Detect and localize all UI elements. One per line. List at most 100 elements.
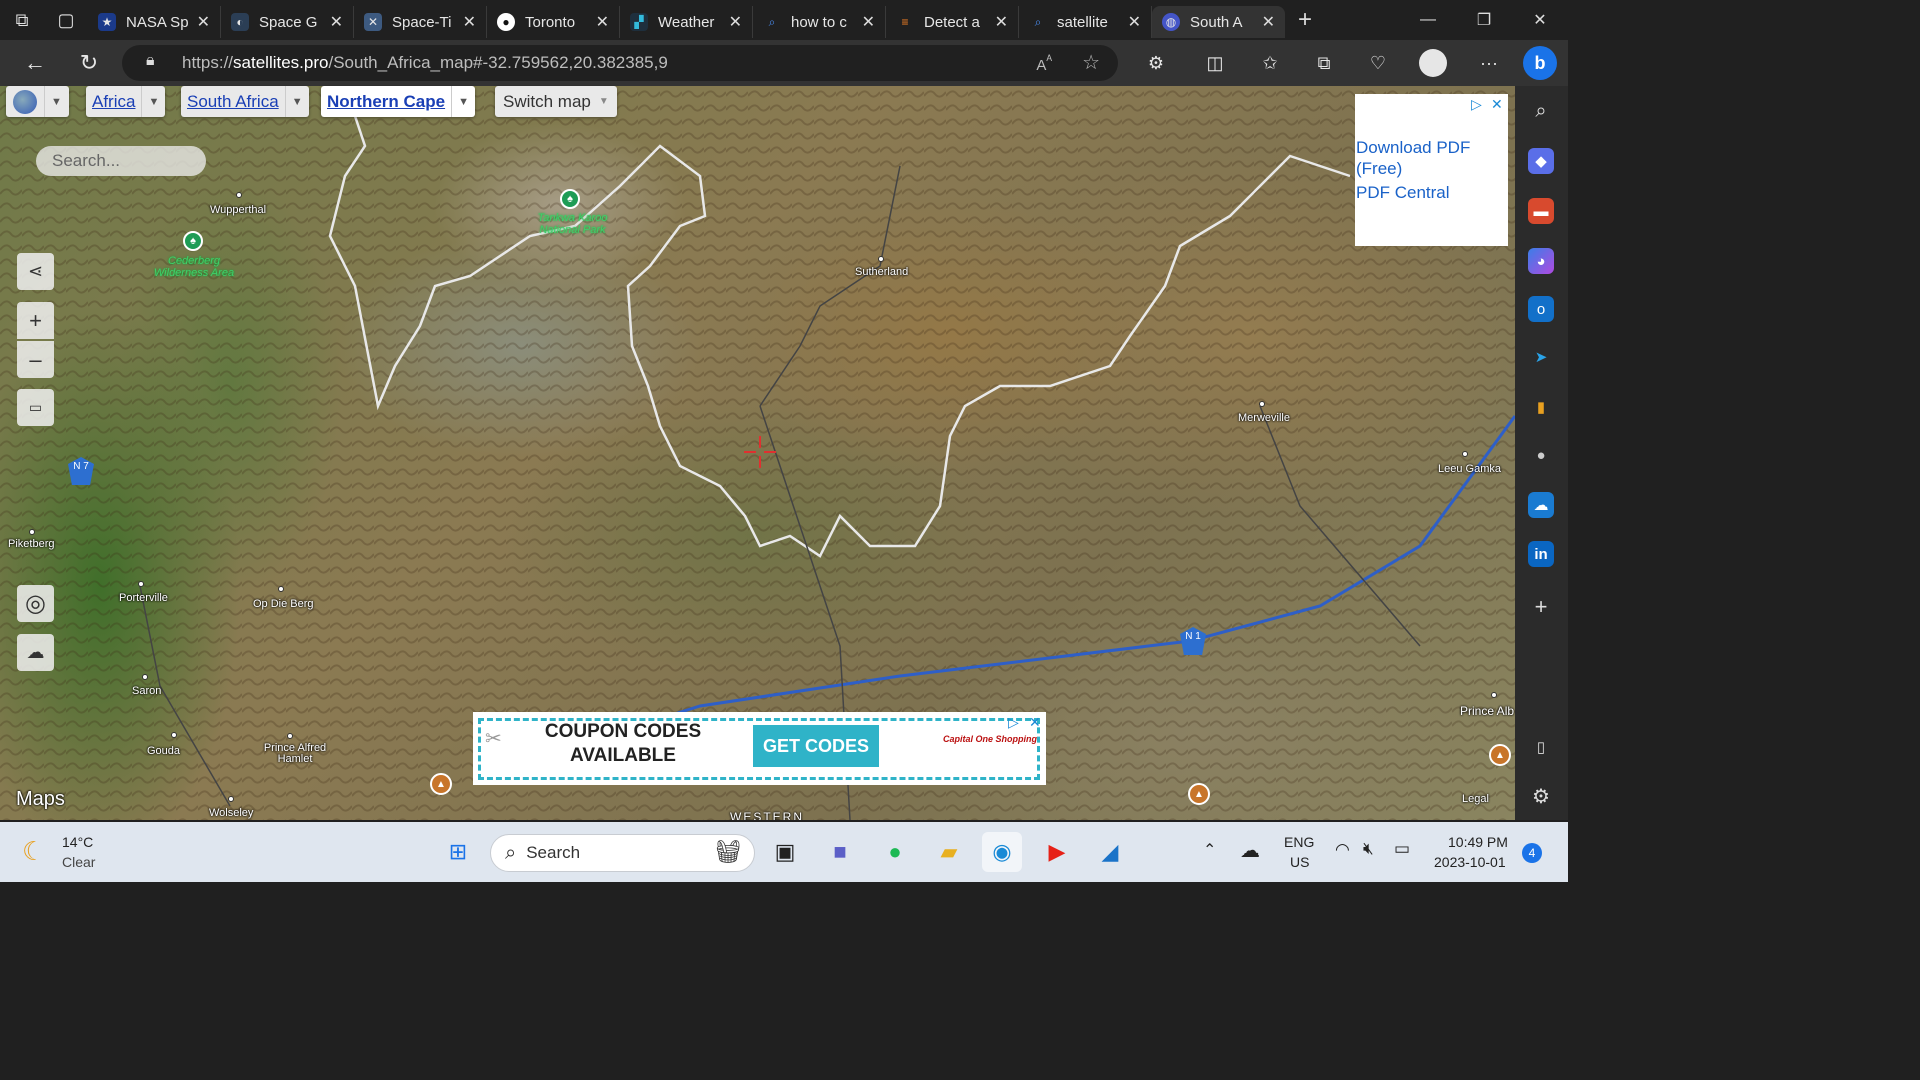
switch-map-button[interactable]: Switch map ▼ <box>495 86 617 117</box>
close-icon[interactable]: ✕ <box>596 12 609 32</box>
weather-description[interactable]: Clear <box>62 854 95 870</box>
extensions-icon[interactable]: ⚙︎ <box>1136 40 1176 86</box>
taskbar-search[interactable]: ⌕ Search 🧺︎ <box>490 834 755 872</box>
breadcrumb-link[interactable]: Northern Cape <box>321 92 451 112</box>
zoom-out-button[interactable]: – <box>17 341 54 378</box>
minimize-icon[interactable]: — <box>1400 0 1456 40</box>
weather-temperature[interactable]: 14°C <box>62 834 93 850</box>
zoom-in-button[interactable]: + <box>17 302 54 339</box>
bing-copilot-icon[interactable]: b <box>1520 40 1560 86</box>
close-icon[interactable]: ✕ <box>729 12 742 32</box>
file-explorer-icon[interactable]: ▰ <box>929 832 969 872</box>
place-label-prince-alfred-hamlet[interactable]: Prince Alfred Hamlet <box>260 743 330 765</box>
place-label-leeu-gamka[interactable]: Leeu Gamka <box>1438 463 1501 475</box>
poi-pin-icon[interactable]: ▲ <box>1489 744 1511 766</box>
get-codes-button[interactable]: GET CODES <box>753 725 879 767</box>
tab-actions-icon[interactable]: ▢ <box>44 0 88 40</box>
close-icon[interactable]: ✕ <box>1262 12 1275 32</box>
split-screen-icon[interactable]: ◫ <box>1195 40 1235 86</box>
vscode-icon[interactable]: ◢ <box>1090 832 1130 872</box>
coupon-advertisement[interactable]: ✂ COUPON CODES AVAILABLE GET CODES Capit… <box>473 712 1046 785</box>
tab-detect[interactable]: ≡ Detect a ✕ <box>886 6 1019 38</box>
tab-space-ti[interactable]: ✕ Space-Ti ✕ <box>354 6 487 38</box>
chevron-down-icon[interactable]: ▼ <box>141 86 165 117</box>
favorite-star-icon[interactable]: ☆ <box>1082 50 1100 75</box>
place-label-merweville[interactable]: Merweville <box>1238 412 1290 424</box>
ad-close-icon[interactable]: ✕ <box>1029 714 1041 731</box>
breadcrumb-link[interactable]: Africa <box>86 92 141 112</box>
refresh-icon[interactable]: ↻ <box>62 40 116 86</box>
favorites-icon[interactable]: ✩ <box>1250 40 1290 86</box>
tab-how-to[interactable]: ⌕ how to c ✕ <box>753 6 886 38</box>
onedrive-cloud-icon[interactable]: ☁ <box>1240 838 1260 863</box>
park-label-cederberg[interactable]: Cederberg Wilderness Area <box>144 255 244 279</box>
performance-icon[interactable]: ♡ <box>1358 40 1398 86</box>
tab-satellite[interactable]: ⌕ satellite ✕ <box>1019 6 1152 38</box>
windows-start-icon[interactable]: ⊞ <box>438 832 478 872</box>
tab-toronto[interactable]: ● Toronto ✕ <box>487 6 620 38</box>
poi-pin-icon[interactable]: ▲ <box>430 773 452 795</box>
place-label-wolseley[interactable]: Wolseley <box>209 807 253 819</box>
park-pin-icon[interactable]: ♠ <box>560 189 580 209</box>
clock-date[interactable]: 2023-10-01 <box>1434 854 1506 870</box>
place-label-saron[interactable]: Saron <box>132 685 161 697</box>
ad-close-icon[interactable]: ✕ <box>1491 96 1503 113</box>
new-tab-button[interactable]: + <box>1285 6 1325 34</box>
map-search-input[interactable]: Search... <box>36 146 206 176</box>
sidebar-toggle-icon[interactable]: ▯ <box>1528 734 1554 760</box>
profile-avatar[interactable] <box>1413 40 1453 86</box>
place-label-gouda[interactable]: Gouda <box>147 745 180 757</box>
place-label-wupperthal[interactable]: Wupperthal <box>210 204 266 216</box>
back-icon[interactable]: ← <box>8 40 62 86</box>
spotify-icon[interactable]: ● <box>875 832 915 872</box>
globe-selector[interactable]: ▼ <box>6 86 69 117</box>
battery-icon[interactable]: ▭ <box>1394 839 1410 859</box>
chart-app-icon[interactable]: ▮ <box>1528 394 1554 420</box>
collections-icon[interactable]: ⧉ <box>1304 40 1344 86</box>
clock-time[interactable]: 10:49 PM <box>1448 834 1508 850</box>
ad-link-download[interactable]: Download PDF (Free) <box>1356 137 1508 179</box>
shopping-tag-icon[interactable]: ◆ <box>1528 148 1554 174</box>
task-view-icon[interactable]: ▣ <box>765 832 805 872</box>
close-icon[interactable]: ✕ <box>197 12 210 32</box>
close-icon[interactable]: ✕ <box>862 12 875 32</box>
place-label-porterville[interactable]: Porterville <box>119 592 168 604</box>
linkedin-icon[interactable]: in <box>1528 541 1554 567</box>
park-label-tankwa[interactable]: Tankwa Karoo National Park <box>525 212 620 236</box>
notification-badge[interactable]: 4 <box>1522 843 1542 863</box>
onedrive-icon[interactable]: ☁ <box>1528 492 1554 518</box>
breadcrumb-northern-cape[interactable]: Northern Cape ▼ <box>321 86 476 117</box>
volume-muted-icon[interactable]: 🔇︎ <box>1363 839 1374 859</box>
poi-pin-icon[interactable]: ▲ <box>1188 783 1210 805</box>
tab-space-g[interactable]: ◐ Space G ✕ <box>221 6 354 38</box>
legal-link[interactable]: Legal <box>1462 793 1489 805</box>
adchoices-icon[interactable]: ▷ <box>1471 96 1482 113</box>
adchoices-icon[interactable]: ▷ <box>1008 714 1019 731</box>
more-menu-icon[interactable]: ··· <box>1469 40 1509 86</box>
copilot-icon[interactable]: ◕ <box>1528 248 1554 274</box>
side-advertisement[interactable]: ▷ ✕ Download PDF (Free) PDF Central <box>1355 94 1508 246</box>
edge-browser-icon[interactable]: ◉ <box>982 832 1022 872</box>
chevron-down-icon[interactable]: ▼ <box>451 86 475 117</box>
window-close-icon[interactable]: ✕ <box>1512 0 1568 40</box>
chevron-up-icon[interactable]: ⌃ <box>1203 840 1216 860</box>
outlook-icon[interactable]: o <box>1528 296 1554 322</box>
apple-icon[interactable]: ● <box>1528 442 1554 468</box>
share-icon[interactable]: ⋖ <box>17 253 54 290</box>
breadcrumb-africa[interactable]: Africa ▼ <box>86 86 166 117</box>
chevron-down-icon[interactable]: ▼ <box>44 86 68 117</box>
close-icon[interactable]: ✕ <box>995 12 1008 32</box>
ruler-icon[interactable]: ▭ <box>17 389 54 426</box>
send-icon[interactable]: ➤ <box>1528 344 1554 370</box>
tab-weather[interactable]: ▞ Weather ✕ <box>620 6 753 38</box>
teams-chat-icon[interactable]: ■ <box>820 832 860 872</box>
place-label-prince-albert[interactable]: Prince Alb <box>1460 704 1514 718</box>
close-icon[interactable]: ✕ <box>330 12 343 32</box>
weather-layer-icon[interactable]: ☁ <box>17 634 54 671</box>
moon-weather-icon[interactable]: ☾ <box>22 836 45 867</box>
place-label-sutherland[interactable]: Sutherland <box>855 266 908 278</box>
lock-icon[interactable]: 🔒︎ <box>146 52 155 70</box>
workspaces-icon[interactable]: ⧉ <box>0 0 44 40</box>
close-icon[interactable]: ✕ <box>1128 12 1141 32</box>
address-bar[interactable]: 🔒︎ https://satellites.pro/South_Africa_m… <box>122 45 1118 81</box>
